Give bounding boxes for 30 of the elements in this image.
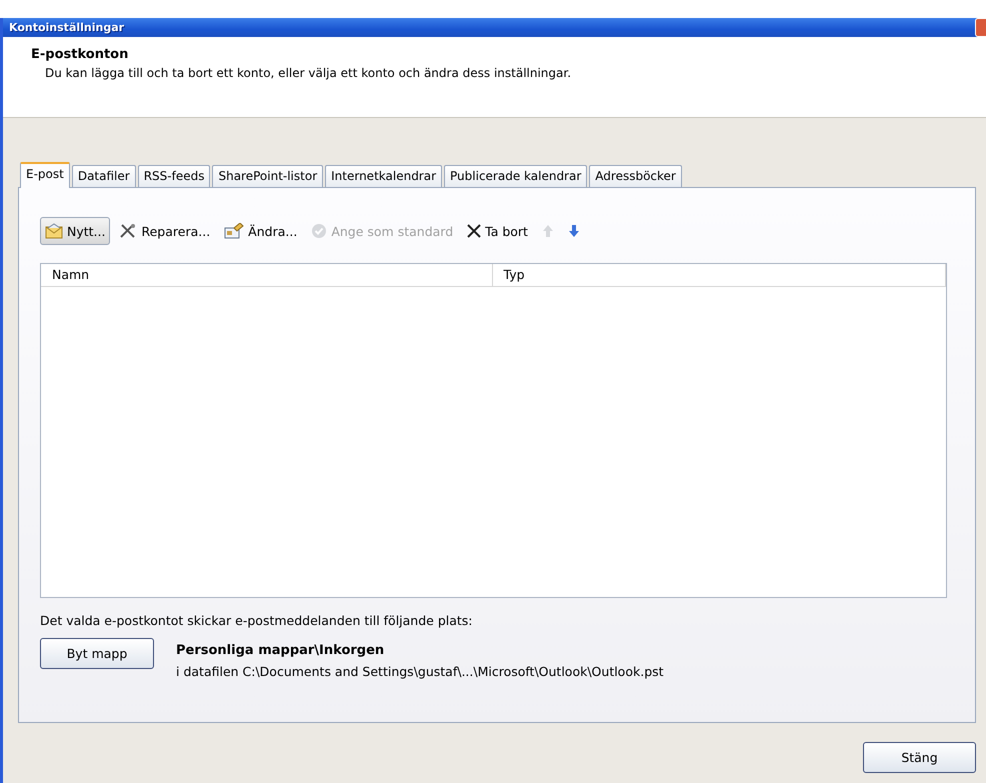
close-dialog-button[interactable]: Stäng (863, 742, 976, 773)
tab[interactable]: RSS-feeds (138, 165, 210, 187)
column-header[interactable]: Typ (492, 264, 946, 286)
down-arrow-icon (568, 224, 580, 238)
tab[interactable]: SharePoint-listor (212, 165, 324, 187)
envelope-icon (45, 223, 63, 239)
up-arrow-icon (542, 224, 554, 238)
change-folder-button[interactable]: Byt mapp (40, 638, 154, 669)
data-file-path: i datafilen C:\Documents and Settings\gustaf\...\Microsoft\Outlook\Outlook.pst (176, 664, 664, 679)
window-title: Kontoinställningar (9, 21, 124, 34)
toolbar-button[interactable]: Reparera... (114, 217, 216, 245)
delivery-text: Det valda e-postkontot skickar e-postmeddelanden till följande plats: (40, 613, 474, 628)
tab[interactable]: Datafiler (72, 165, 136, 187)
tab[interactable]: Adressböcker (589, 165, 682, 187)
header-title: E-postkonton (31, 47, 130, 62)
card-icon (224, 223, 244, 239)
folder-path: Personliga mappar\Inkorgen (176, 643, 386, 658)
tab[interactable]: E-post (20, 162, 70, 188)
account-list[interactable]: Namn Typ (40, 263, 947, 598)
toolbar-button[interactable]: Nytt... (40, 217, 110, 245)
check-circle-icon (311, 223, 328, 239)
toolbar-button[interactable]: Ta bort (462, 217, 533, 245)
close-icon (467, 224, 482, 238)
toolbar-button[interactable]: Ändra... (219, 217, 302, 245)
tools-icon (119, 223, 138, 239)
tab[interactable]: Internetkalendrar (325, 165, 442, 187)
tab[interactable]: Publicerade kalendrar (444, 165, 588, 187)
header-description: Du kan lägga till och ta bort ett konto, eller välja ett konto och ändra dess inställningar. (45, 66, 572, 80)
close-button[interactable] (975, 18, 986, 37)
column-header[interactable]: Namn (41, 264, 492, 286)
